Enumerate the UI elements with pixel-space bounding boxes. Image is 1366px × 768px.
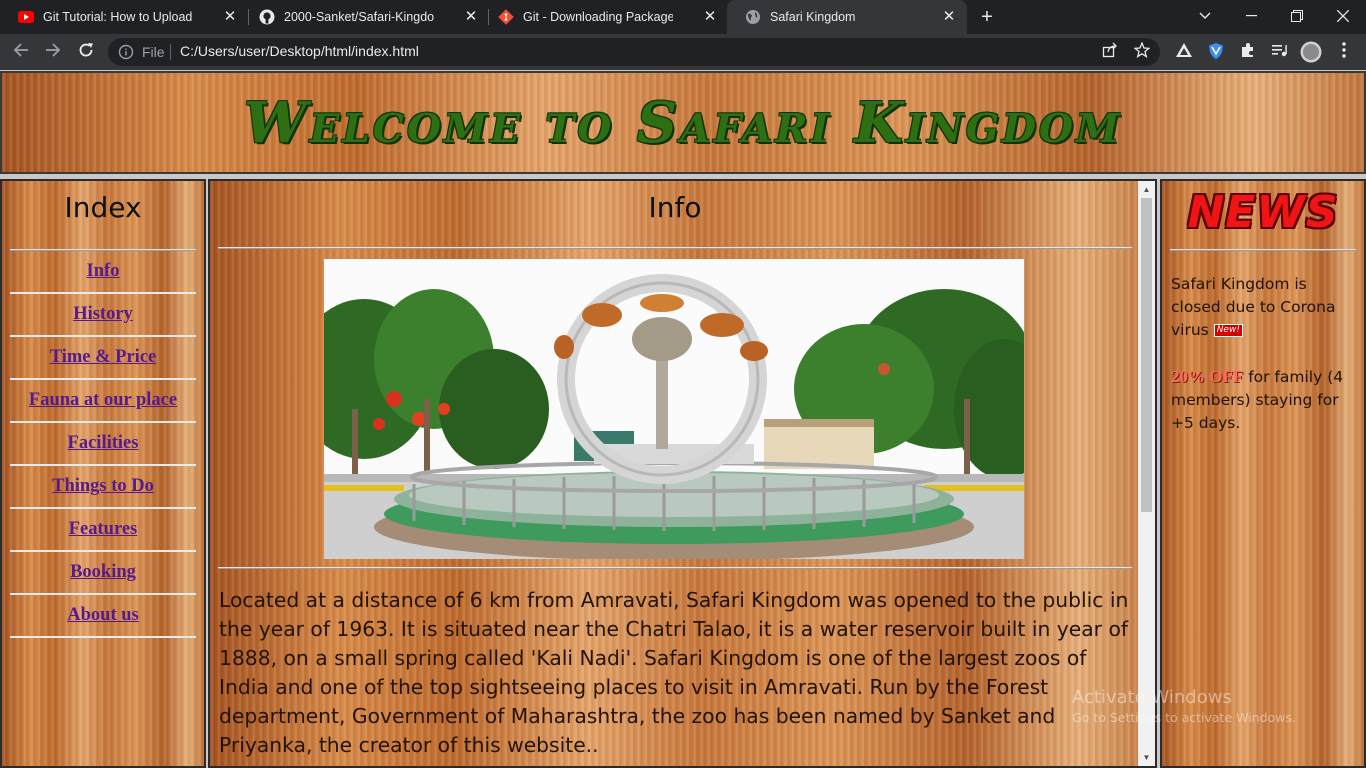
tab-git-download[interactable]: Git - Downloading Package ✕ bbox=[480, 0, 728, 34]
brave-rewards-icon[interactable] bbox=[1174, 42, 1194, 62]
tab-strip: Git Tutorial: How to Upload your ✕ 2000-… bbox=[0, 0, 1366, 34]
nav-link-things-to-do[interactable]: Things to Do bbox=[52, 476, 154, 497]
windows-activation-watermark: Activate Windows Go to Settings to activ… bbox=[1072, 687, 1296, 725]
tab-search-button[interactable] bbox=[1182, 0, 1228, 32]
close-tab-icon[interactable]: ✕ bbox=[941, 9, 957, 25]
nav-item-info: Info bbox=[10, 251, 196, 294]
tab-title: Git - Downloading Package bbox=[523, 10, 673, 24]
web-page: Welcome to Safari Kingdom Index Info His… bbox=[0, 70, 1366, 768]
banner-title: Welcome to Safari Kingdom bbox=[243, 90, 1123, 156]
news-heading: NEWS bbox=[1187, 187, 1339, 238]
info-heading: Info bbox=[648, 191, 702, 224]
forward-button[interactable] bbox=[41, 40, 65, 64]
info-icon[interactable] bbox=[118, 44, 134, 60]
tab-title: 2000-Sanket/Safari-Kingdom: It i bbox=[284, 10, 434, 24]
nav-item-fauna: Fauna at our place bbox=[10, 380, 196, 423]
news-item-offer: 20% OFF for family (4 members) staying f… bbox=[1171, 365, 1357, 435]
close-tab-icon[interactable]: ✕ bbox=[702, 9, 718, 25]
divider bbox=[1170, 249, 1356, 251]
url-text[interactable]: C:/Users/user/Desktop/html/index.html bbox=[180, 43, 419, 59]
nav-link-facilities[interactable]: Facilities bbox=[68, 433, 139, 454]
index-panel: Index Info History Time & Price Fauna at… bbox=[0, 179, 206, 768]
globe-icon bbox=[745, 9, 761, 25]
tab-github-repo[interactable]: 2000-Sanket/Safari-Kingdom: It i ✕ bbox=[241, 0, 489, 34]
nav-link-booking[interactable]: Booking bbox=[70, 562, 136, 583]
youtube-icon bbox=[18, 9, 34, 25]
nav-link-time-price[interactable]: Time & Price bbox=[50, 347, 157, 368]
scroll-up-arrow-icon[interactable]: ▲ bbox=[1138, 181, 1155, 198]
close-tab-icon[interactable]: ✕ bbox=[222, 9, 238, 25]
arrow-right-icon bbox=[46, 43, 61, 57]
new-badge: New! bbox=[1213, 324, 1243, 337]
nav-item-time-price: Time & Price bbox=[10, 337, 196, 380]
nav-item-booking: Booking bbox=[10, 552, 196, 595]
news-item-closure: Safari Kingdom is closed due to Corona v… bbox=[1171, 273, 1357, 342]
profile-avatar[interactable] bbox=[1300, 41, 1322, 63]
index-heading: Index bbox=[64, 191, 142, 224]
zoo-entrance-illustration bbox=[324, 259, 1024, 559]
divider bbox=[218, 247, 1132, 249]
nav-item-features: Features bbox=[10, 509, 196, 552]
divider bbox=[218, 567, 1132, 569]
vpn-shield-icon[interactable] bbox=[1206, 42, 1226, 62]
scroll-thumb[interactable] bbox=[1141, 198, 1152, 512]
back-button[interactable] bbox=[9, 40, 33, 64]
close-window-button[interactable] bbox=[1320, 0, 1366, 32]
scroll-down-arrow-icon[interactable]: ▼ bbox=[1138, 749, 1155, 766]
watermark-subtitle: Go to Settings to activate Windows. bbox=[1072, 710, 1296, 725]
chevron-down-icon bbox=[1199, 12, 1211, 19]
nav-link-history[interactable]: History bbox=[73, 304, 133, 325]
nav-link-about-us[interactable]: About us bbox=[67, 605, 138, 626]
site-banner: Welcome to Safari Kingdom bbox=[0, 71, 1366, 174]
close-icon bbox=[1337, 10, 1349, 22]
address-divider bbox=[170, 44, 171, 60]
index-nav: Info History Time & Price Fauna at our p… bbox=[10, 249, 196, 638]
info-paragraph: Located at a distance of 6 km from Amrav… bbox=[219, 588, 1129, 757]
nav-item-facilities: Facilities bbox=[10, 423, 196, 466]
news-content: Safari Kingdom is closed due to Corona v… bbox=[1171, 273, 1357, 435]
scheme-label: File bbox=[142, 44, 165, 60]
bookmark-star-icon[interactable] bbox=[1132, 41, 1152, 62]
reload-icon bbox=[79, 43, 93, 57]
nav-item-history: History bbox=[10, 294, 196, 337]
minimize-button[interactable] bbox=[1228, 0, 1274, 32]
watermark-title: Activate Windows bbox=[1072, 687, 1232, 708]
menu-kebab-icon[interactable] bbox=[1334, 42, 1354, 62]
minimize-icon bbox=[1245, 15, 1257, 17]
restore-icon bbox=[1291, 10, 1303, 22]
nav-link-fauna[interactable]: Fauna at our place bbox=[29, 390, 177, 411]
nav-link-features[interactable]: Features bbox=[69, 519, 138, 540]
news-panel: NEWS Safari Kingdom is closed due to Cor… bbox=[1160, 179, 1366, 768]
new-tab-button[interactable]: + bbox=[976, 6, 998, 28]
discount-label: 20% OFF bbox=[1171, 367, 1244, 386]
info-panel: Info Located at a distance of 6 km from … bbox=[208, 179, 1157, 768]
tab-safari-kingdom[interactable]: Safari Kingdom ✕ bbox=[727, 0, 967, 34]
info-scrollbar[interactable]: ▲ ▼ bbox=[1138, 181, 1155, 766]
news-text: Safari Kingdom is closed due to Corona v… bbox=[1171, 275, 1336, 339]
share-icon[interactable] bbox=[1100, 42, 1120, 62]
tab-git-tutorial[interactable]: Git Tutorial: How to Upload your ✕ bbox=[0, 0, 248, 34]
arrow-left-icon bbox=[13, 43, 28, 57]
nav-link-info[interactable]: Info bbox=[87, 261, 120, 282]
reload-button[interactable] bbox=[74, 40, 98, 64]
address-bar[interactable]: File C:/Users/user/Desktop/html/index.ht… bbox=[108, 38, 1160, 66]
extensions-puzzle-icon[interactable] bbox=[1238, 42, 1258, 62]
browser-toolbar: File C:/Users/user/Desktop/html/index.ht… bbox=[0, 34, 1366, 70]
tab-title: Safari Kingdom bbox=[770, 10, 856, 24]
nav-item-about-us: About us bbox=[10, 595, 196, 638]
close-tab-icon[interactable]: ✕ bbox=[463, 9, 479, 25]
restore-button[interactable] bbox=[1274, 0, 1320, 32]
github-icon bbox=[259, 9, 275, 25]
git-icon bbox=[498, 9, 514, 25]
media-queue-icon[interactable] bbox=[1270, 42, 1290, 62]
zoo-entrance-photo bbox=[324, 259, 1024, 559]
tab-title: Git Tutorial: How to Upload your bbox=[43, 10, 193, 24]
nav-item-things-to-do: Things to Do bbox=[10, 466, 196, 509]
